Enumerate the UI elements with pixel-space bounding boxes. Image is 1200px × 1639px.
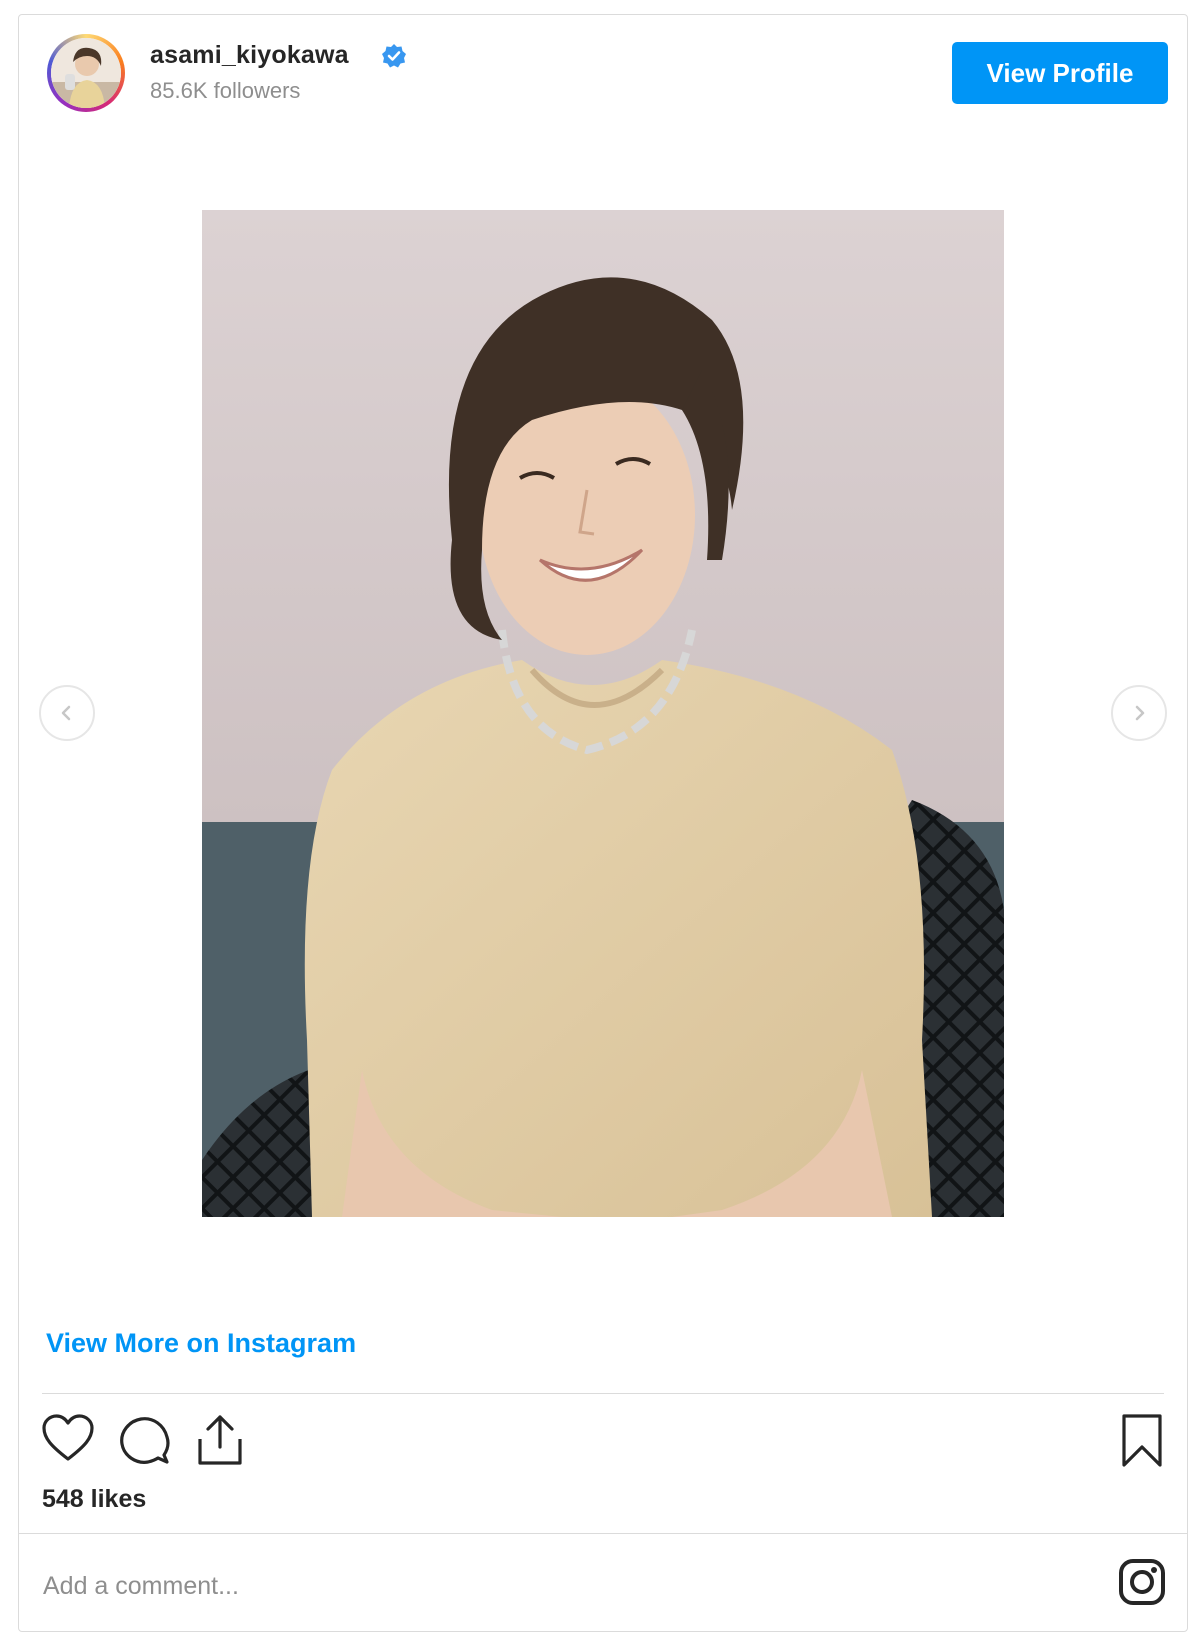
carousel-prev-button[interactable] xyxy=(39,685,95,741)
chevron-left-icon xyxy=(61,705,71,721)
divider xyxy=(42,1393,1164,1394)
share-icon[interactable] xyxy=(195,1413,245,1467)
comment-icon[interactable] xyxy=(117,1413,171,1467)
instagram-embed-card: asami_kiyokawa 85.6K followers View Prof… xyxy=(18,14,1188,1632)
verified-badge-icon xyxy=(382,44,406,68)
view-more-link[interactable]: View More on Instagram xyxy=(46,1328,356,1359)
avatar[interactable] xyxy=(47,34,125,112)
post-image[interactable] xyxy=(202,210,1004,1217)
avatar-image xyxy=(51,38,121,108)
chevron-right-icon xyxy=(1135,705,1145,721)
bookmark-icon[interactable] xyxy=(1120,1413,1164,1469)
divider xyxy=(19,1533,1187,1534)
heart-icon[interactable] xyxy=(41,1413,95,1463)
follower-count: 85.6K followers xyxy=(150,78,301,103)
view-profile-button[interactable]: View Profile xyxy=(952,42,1168,104)
instagram-icon[interactable] xyxy=(1118,1558,1166,1606)
comment-input[interactable] xyxy=(41,1560,1025,1612)
carousel-next-button[interactable] xyxy=(1111,685,1167,741)
like-count: 548 likes xyxy=(42,1485,147,1513)
username[interactable]: asami_kiyokawa xyxy=(150,41,349,70)
